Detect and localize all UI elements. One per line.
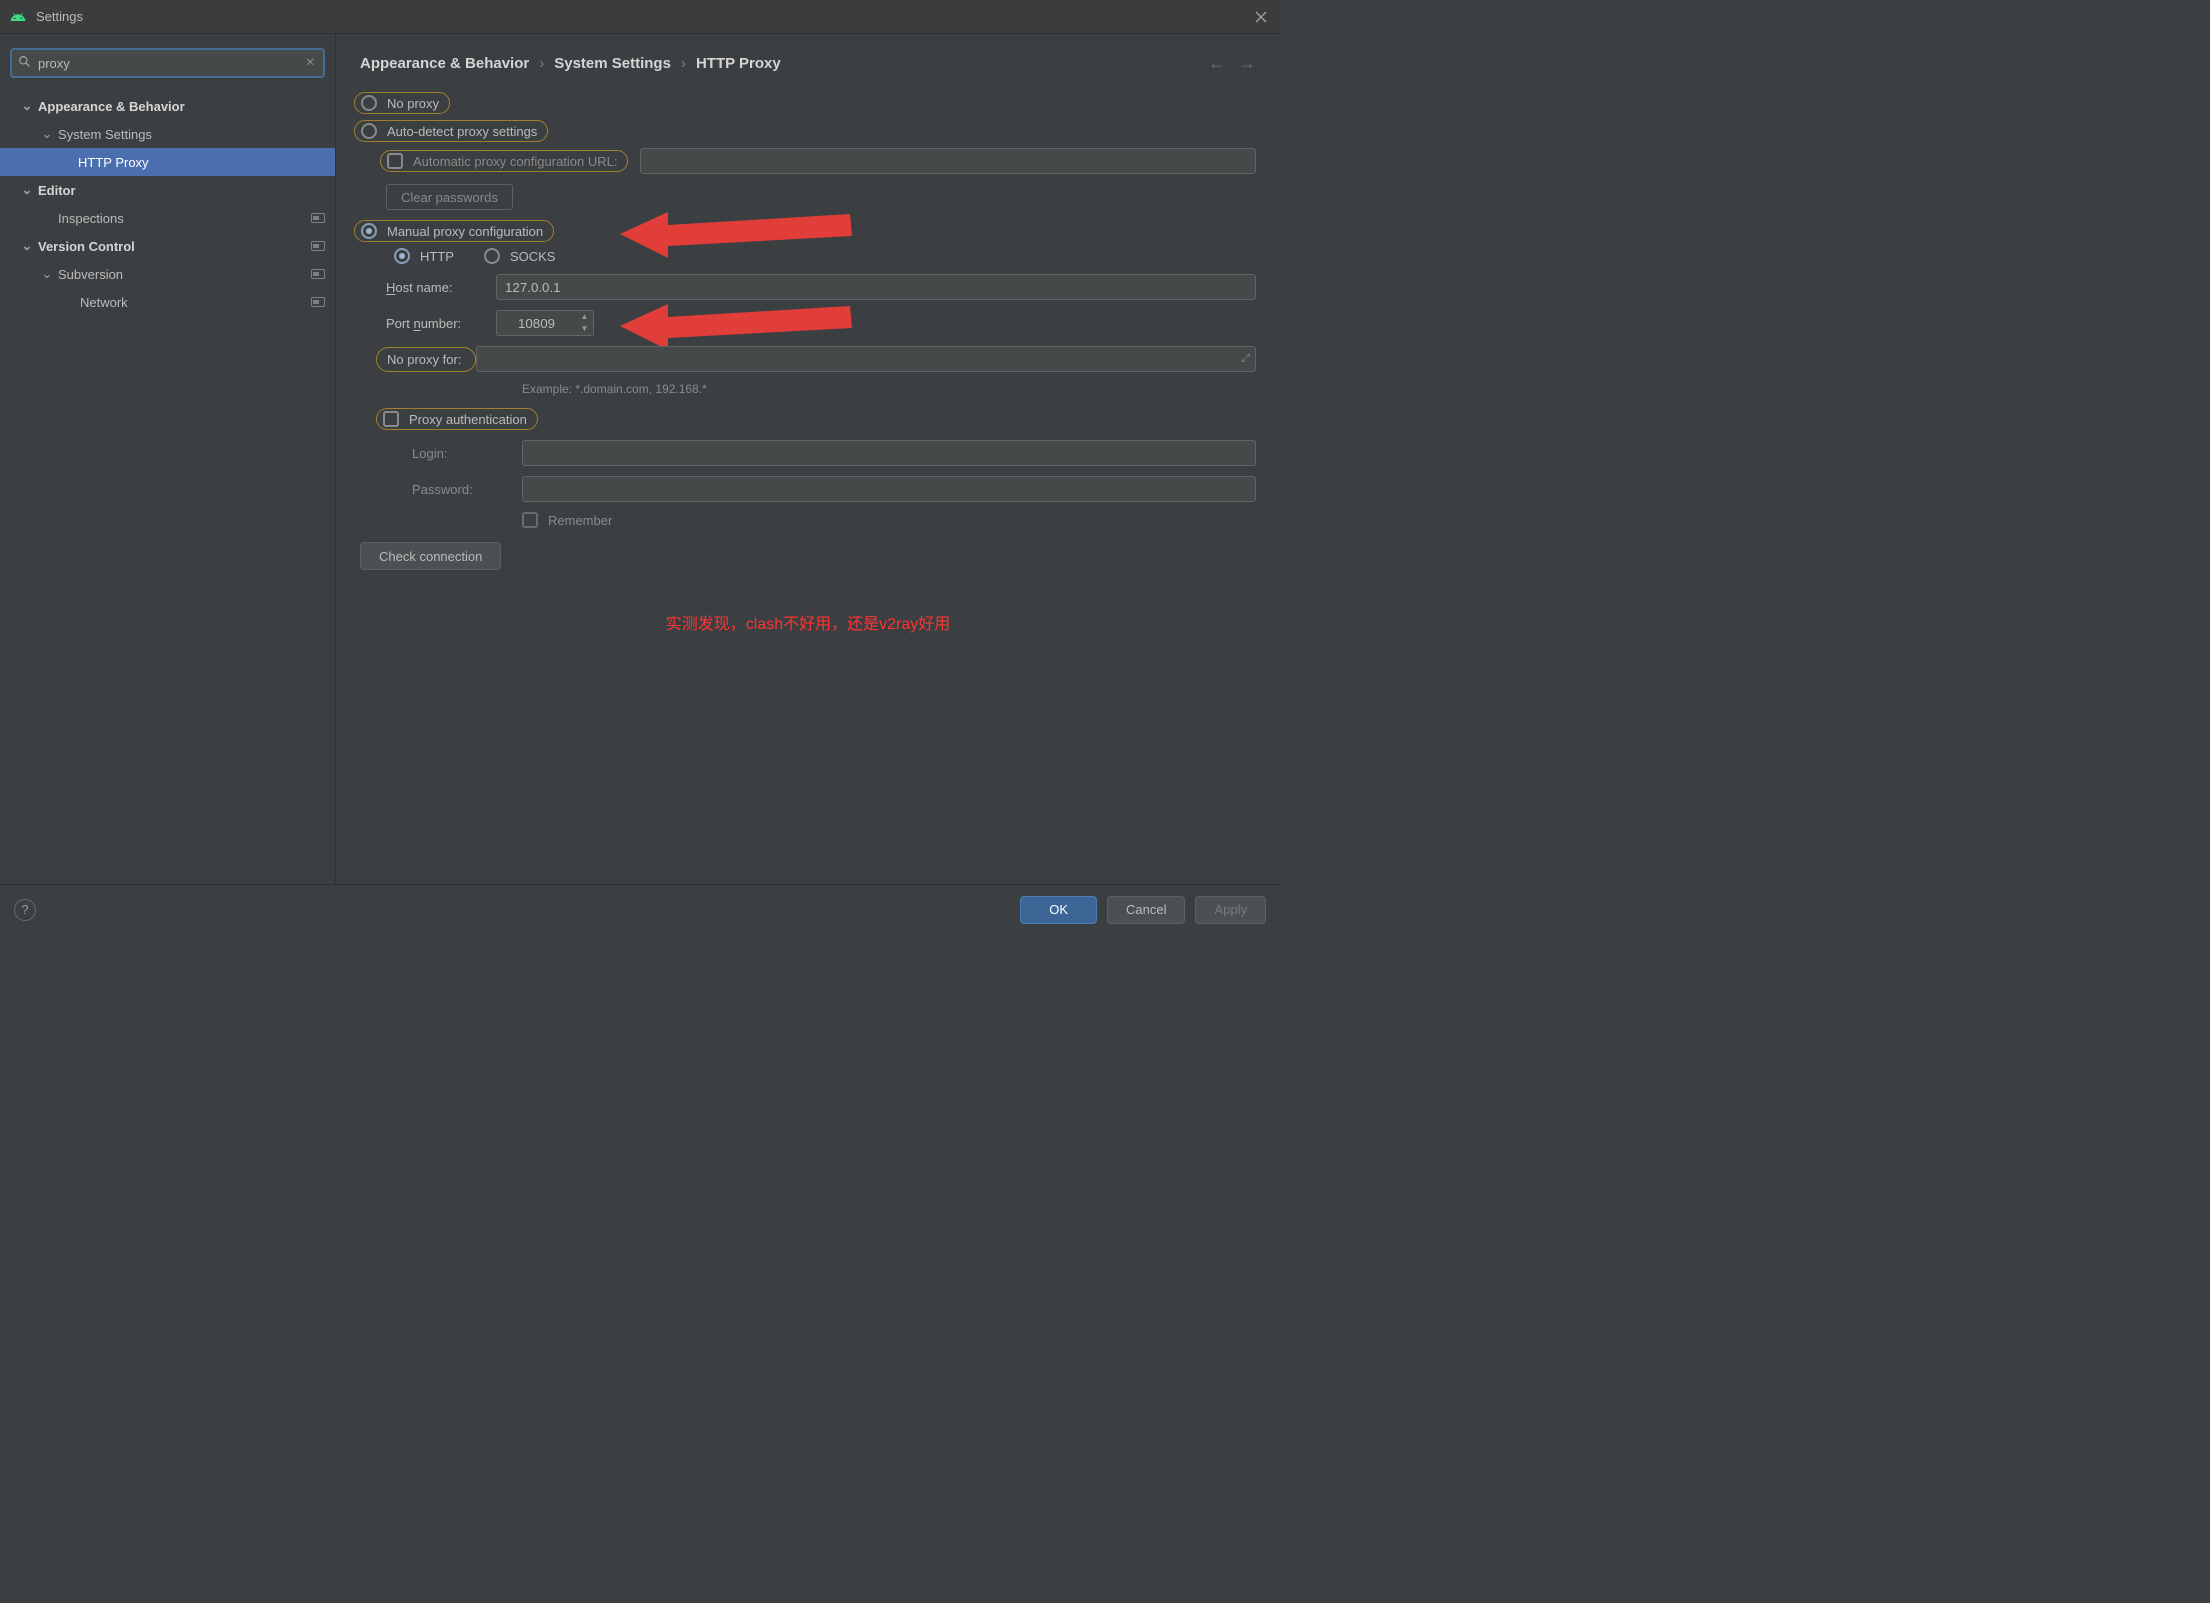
tree-system-settings[interactable]: ⌄ System Settings bbox=[0, 120, 335, 148]
checkbox-label: Automatic proxy configuration URL: bbox=[413, 154, 617, 169]
port-input[interactable] bbox=[496, 310, 576, 336]
radio-label: SOCKS bbox=[510, 249, 556, 264]
radio-http[interactable] bbox=[394, 248, 410, 264]
highlight: Proxy authentication bbox=[376, 408, 538, 430]
no-proxy-for-input[interactable] bbox=[476, 346, 1256, 372]
scope-icon bbox=[311, 297, 325, 307]
scope-icon bbox=[311, 213, 325, 223]
tree-label: Network bbox=[80, 295, 128, 310]
chevron-down-icon: ⌄ bbox=[20, 182, 34, 198]
chevron-right-icon: › bbox=[539, 55, 544, 72]
tree-label: Inspections bbox=[58, 211, 124, 226]
port-spinner[interactable]: ▲▼ bbox=[496, 310, 594, 336]
search-box[interactable]: × bbox=[10, 48, 325, 78]
breadcrumb-item: HTTP Proxy bbox=[696, 55, 781, 72]
breadcrumb-item[interactable]: Appearance & Behavior bbox=[360, 55, 529, 72]
spinner-down-icon[interactable]: ▼ bbox=[576, 323, 593, 335]
scope-icon bbox=[311, 269, 325, 279]
checkbox-remember bbox=[522, 512, 538, 528]
checkbox-label: Remember bbox=[548, 513, 612, 528]
no-proxy-for-label: No proxy for: bbox=[383, 350, 465, 369]
tree-http-proxy[interactable]: HTTP Proxy bbox=[0, 148, 335, 176]
settings-tree: ⌄Appearance & Behavior ⌄System Settings … bbox=[0, 86, 335, 884]
tree-label: Appearance & Behavior bbox=[38, 99, 185, 114]
radio-socks[interactable] bbox=[484, 248, 500, 264]
android-icon bbox=[10, 9, 26, 25]
close-icon[interactable] bbox=[1252, 8, 1270, 26]
auto-url-input bbox=[640, 148, 1256, 174]
window-title: Settings bbox=[36, 9, 83, 24]
help-icon[interactable]: ? bbox=[14, 899, 36, 921]
chevron-down-icon: ⌄ bbox=[20, 98, 34, 114]
apply-button[interactable]: Apply bbox=[1195, 896, 1266, 924]
tree-label: Subversion bbox=[58, 267, 123, 282]
radio-no-proxy[interactable] bbox=[361, 95, 377, 111]
highlight: No proxy bbox=[354, 92, 450, 114]
dialog-footer: ? OK Cancel Apply bbox=[0, 884, 1280, 934]
tree-label: Version Control bbox=[38, 239, 135, 254]
highlight: Manual proxy configuration bbox=[354, 220, 554, 242]
tree-editor[interactable]: ⌄ Editor bbox=[0, 176, 335, 204]
breadcrumb: Appearance & Behavior › System Settings … bbox=[360, 55, 781, 72]
login-input bbox=[522, 440, 1256, 466]
tree-appearance-behavior[interactable]: ⌄ Appearance & Behavior bbox=[0, 92, 335, 120]
expand-icon[interactable]: ⤢ bbox=[1241, 353, 1250, 366]
tree-label: Editor bbox=[38, 183, 76, 198]
tree-subversion[interactable]: ⌄ Subversion bbox=[0, 260, 335, 288]
radio-label: Auto-detect proxy settings bbox=[387, 124, 537, 139]
ok-button[interactable]: OK bbox=[1020, 896, 1097, 924]
password-input bbox=[522, 476, 1256, 502]
title-bar: Settings bbox=[0, 0, 1280, 34]
cancel-button[interactable]: Cancel bbox=[1107, 896, 1185, 924]
checkbox-proxy-auth[interactable] bbox=[383, 411, 399, 427]
password-label: Password: bbox=[412, 482, 522, 497]
radio-label: No proxy bbox=[387, 96, 439, 111]
spinner-up-icon[interactable]: ▲ bbox=[576, 311, 593, 323]
radio-label: HTTP bbox=[420, 249, 454, 264]
scope-icon bbox=[311, 241, 325, 251]
chevron-down-icon: ⌄ bbox=[40, 126, 54, 142]
search-icon bbox=[18, 55, 31, 71]
chevron-right-icon: › bbox=[681, 55, 686, 72]
highlight: Automatic proxy configuration URL: bbox=[380, 150, 628, 172]
nav-forward-icon[interactable]: → bbox=[1238, 54, 1256, 72]
radio-label: Manual proxy configuration bbox=[387, 224, 543, 239]
tree-version-control[interactable]: ⌄ Version Control bbox=[0, 232, 335, 260]
tree-label: HTTP Proxy bbox=[78, 155, 149, 170]
highlight: Auto-detect proxy settings bbox=[354, 120, 548, 142]
tree-inspections[interactable]: Inspections bbox=[0, 204, 335, 232]
nav-back-icon[interactable]: ← bbox=[1208, 54, 1226, 72]
proxy-settings-panel: No proxy Auto-detect proxy settings Auto… bbox=[336, 86, 1280, 884]
search-input[interactable] bbox=[20, 55, 306, 72]
host-input[interactable] bbox=[496, 274, 1256, 300]
port-label: Port number: bbox=[386, 316, 496, 331]
radio-manual-proxy[interactable] bbox=[361, 223, 377, 239]
annotation-text: 实测发现，clash不好用，还是v2ray好用 bbox=[360, 610, 1256, 634]
no-proxy-example: Example: *.domain.com, 192.168.* bbox=[522, 382, 1256, 396]
chevron-down-icon: ⌄ bbox=[20, 238, 34, 254]
radio-auto-detect[interactable] bbox=[361, 123, 377, 139]
clear-passwords-button[interactable]: Clear passwords bbox=[386, 184, 513, 210]
checkbox-label: Proxy authentication bbox=[409, 412, 527, 427]
clear-search-icon[interactable]: × bbox=[306, 54, 315, 72]
highlight: No proxy for: bbox=[376, 347, 476, 372]
tree-network[interactable]: Network bbox=[0, 288, 335, 316]
checkbox-auto-url[interactable] bbox=[387, 153, 403, 169]
breadcrumb-item[interactable]: System Settings bbox=[554, 55, 671, 72]
sidebar: × ⌄ Appearance & Behavior ⌄ System Setting… bbox=[0, 34, 336, 884]
tree-label: System Settings bbox=[58, 127, 152, 142]
login-label: Login: bbox=[412, 446, 522, 461]
host-label: Host name: bbox=[386, 280, 496, 295]
check-connection-button[interactable]: Check connection bbox=[360, 542, 501, 570]
chevron-down-icon: ⌄ bbox=[40, 266, 54, 282]
